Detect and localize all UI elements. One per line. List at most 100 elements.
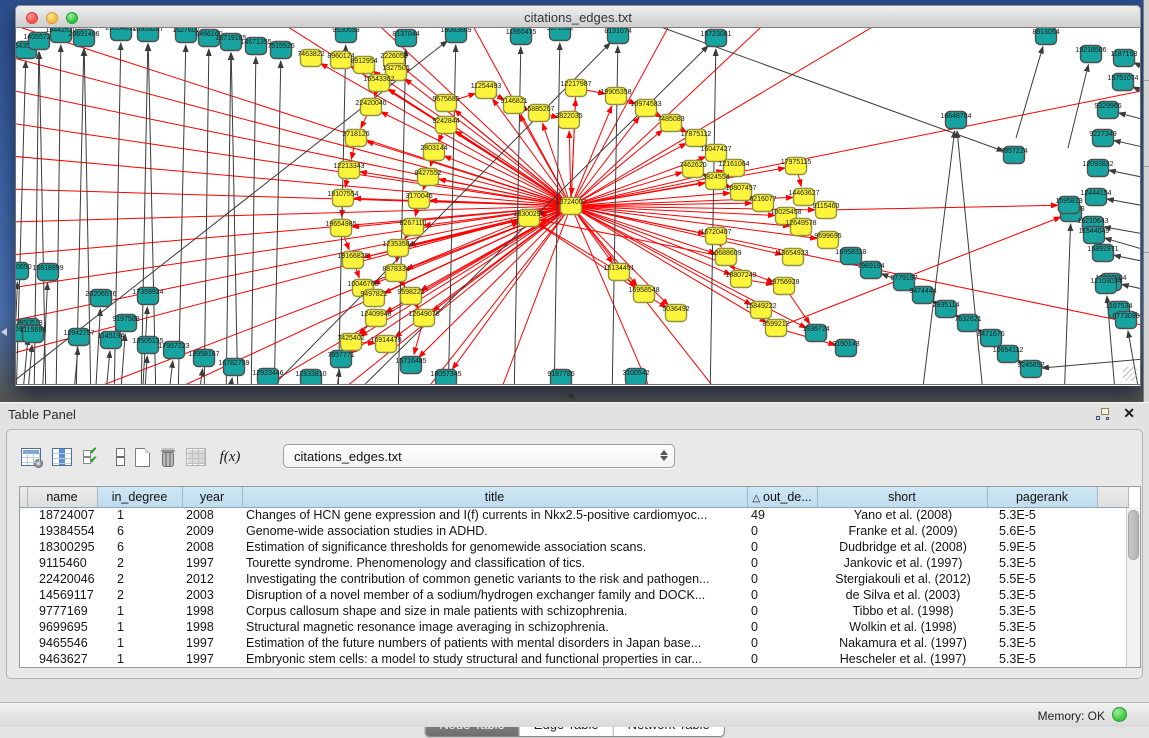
table-row[interactable]: 1830029562008Estimation of significance … <box>20 539 1128 555</box>
table-row[interactable]: 1938455462009Genome-wide association stu… <box>20 523 1128 539</box>
network-edge[interactable] <box>1114 140 1141 150</box>
row-margin <box>20 539 27 555</box>
network-edge[interactable] <box>1064 224 1071 385</box>
network-node-label: 6773090 <box>1112 313 1139 320</box>
network-edge[interactable] <box>921 131 955 385</box>
network-edge[interactable] <box>957 131 984 385</box>
network-node-label: 1187153 <box>1111 51 1138 58</box>
network-edge[interactable] <box>198 369 203 385</box>
network-node-label: 3824554 <box>702 174 729 181</box>
network-edge[interactable] <box>168 361 173 385</box>
network-node-label: 8878334 <box>382 266 409 273</box>
network-edge[interactable] <box>710 49 716 385</box>
delete-table-icon[interactable] <box>161 448 175 467</box>
network-edge[interactable] <box>1119 113 1141 123</box>
network-node-label: 19166825 <box>337 253 368 260</box>
close-panel-icon[interactable]: ✕ <box>1123 406 1135 420</box>
network-edge[interactable] <box>204 49 209 385</box>
network-edge[interactable] <box>178 45 186 385</box>
cell-year: 1998 <box>182 619 242 635</box>
table-row[interactable]: 946554611997Estimation of the future num… <box>20 635 1128 651</box>
network-edge[interactable] <box>1068 65 1088 148</box>
network-edge[interactable] <box>538 224 644 294</box>
table-settings-icon[interactable] <box>21 448 41 466</box>
network-node-label: 9474444 <box>909 288 936 295</box>
network-edge[interactable] <box>1016 47 1043 138</box>
column-header-out_de[interactable]: △out_de... <box>747 487 817 507</box>
column-header-name[interactable]: name <box>27 487 97 507</box>
network-edge[interactable] <box>105 351 110 385</box>
network-edge[interactable] <box>251 57 256 385</box>
memory-status-indicator[interactable] <box>1112 707 1127 722</box>
network-edge[interactable] <box>1107 199 1141 208</box>
network-edge[interactable] <box>571 206 1141 328</box>
column-header-in_degree[interactable]: in_degree <box>97 487 182 507</box>
network-node-label: 12213343 <box>333 163 364 170</box>
network-node-label: 9497822 <box>360 291 387 298</box>
table-row[interactable]: 977716911998Corpus callosum shape and si… <box>20 603 1128 619</box>
rows-icon[interactable] <box>114 448 124 466</box>
panel-collapse-arrow[interactable] <box>1 328 7 336</box>
network-view-canvas[interactable]: 1643505114055724194425702069140620534812… <box>15 28 1141 385</box>
network-edge[interactable] <box>141 44 148 385</box>
network-edge[interactable] <box>226 53 231 385</box>
network-edge[interactable] <box>1104 227 1141 236</box>
network-edge[interactable] <box>22 338 28 385</box>
network-edge[interactable] <box>540 220 726 257</box>
table-scrollbar[interactable] <box>1126 508 1140 667</box>
network-edge[interactable] <box>1122 284 1141 292</box>
import-table-icon[interactable] <box>186 448 206 466</box>
table-row[interactable]: 946362711997Embryonic stem cells: a mode… <box>20 651 1128 667</box>
network-edge[interactable] <box>496 206 571 385</box>
window-resize-grip[interactable] <box>1123 367 1137 381</box>
network-edge[interactable] <box>16 206 571 328</box>
network-window[interactable]: citations_edges.txt 16435051140557241944… <box>15 5 1141 386</box>
network-node-label: 12942757 <box>63 330 94 337</box>
cell-year: 1997 <box>182 635 242 651</box>
window-titlebar[interactable]: citations_edges.txt <box>15 5 1141 28</box>
network-node-label: 7857224 <box>1000 148 1027 155</box>
table-row[interactable]: 911546021997Tourette syndrome. Phenomeno… <box>20 555 1128 571</box>
network-edge[interactable] <box>826 205 1058 210</box>
network-edge[interactable] <box>16 188 571 206</box>
network-edge[interactable] <box>569 131 571 206</box>
network-edge[interactable] <box>444 156 571 206</box>
table-row[interactable]: 1872400712008Changes of HCN gene express… <box>20 507 1128 523</box>
float-panel-icon[interactable] <box>1096 408 1109 420</box>
network-edge[interactable] <box>56 45 61 385</box>
cell-title: Estimation of significance thresholds fo… <box>242 539 747 555</box>
cell-title: Structural magnetic resonance image aver… <box>242 619 747 635</box>
network-edge[interactable] <box>228 378 232 385</box>
cell-title: Corpus callosum shape and size in male p… <box>242 603 747 619</box>
column-header-pagerank[interactable]: pagerank <box>987 487 1097 507</box>
table-scrollbar-thumb[interactable] <box>1128 510 1139 560</box>
function-builder-icon[interactable]: f(x) <box>217 448 243 466</box>
network-node-label: 8131074 <box>604 28 631 35</box>
select-attributes-icon[interactable] <box>83 448 103 466</box>
network-edge[interactable] <box>1109 170 1141 180</box>
column-header-short[interactable]: short <box>817 487 987 507</box>
column-header-title[interactable]: title <box>242 487 747 507</box>
table-selector-dropdown[interactable]: citations_edges.txt <box>283 444 675 468</box>
network-edge[interactable] <box>95 309 100 385</box>
network-edge[interactable] <box>571 206 716 254</box>
network-node-label: 19218506 <box>1075 47 1106 54</box>
network-edge[interactable] <box>350 206 571 353</box>
new-table-icon[interactable] <box>135 448 150 467</box>
network-node-label: 13958167 <box>188 351 219 358</box>
select-columns-icon[interactable] <box>52 448 72 466</box>
table-row[interactable]: 2242004622012Investigating the contribut… <box>20 571 1128 587</box>
network-edge[interactable] <box>16 28 571 206</box>
table-row[interactable]: 1456911722003Disruption of a novel membe… <box>20 587 1128 603</box>
table-row[interactable]: 969969511998Structural magnetic resonanc… <box>20 619 1128 635</box>
column-header-year[interactable]: year <box>182 487 242 507</box>
network-node-label: 8427552 <box>414 170 441 177</box>
citation-network-graph[interactable]: 1643505114055724194425702069140620534812… <box>16 28 1141 385</box>
network-edge[interactable] <box>1114 255 1141 264</box>
network-edge[interactable] <box>27 345 32 385</box>
cell-out_de: 0 <box>747 603 817 619</box>
network-edge[interactable] <box>1134 63 1141 73</box>
network-edge[interactable] <box>16 83 571 206</box>
cell-in_degree: 1 <box>97 619 182 635</box>
network-edge[interactable] <box>16 206 571 223</box>
